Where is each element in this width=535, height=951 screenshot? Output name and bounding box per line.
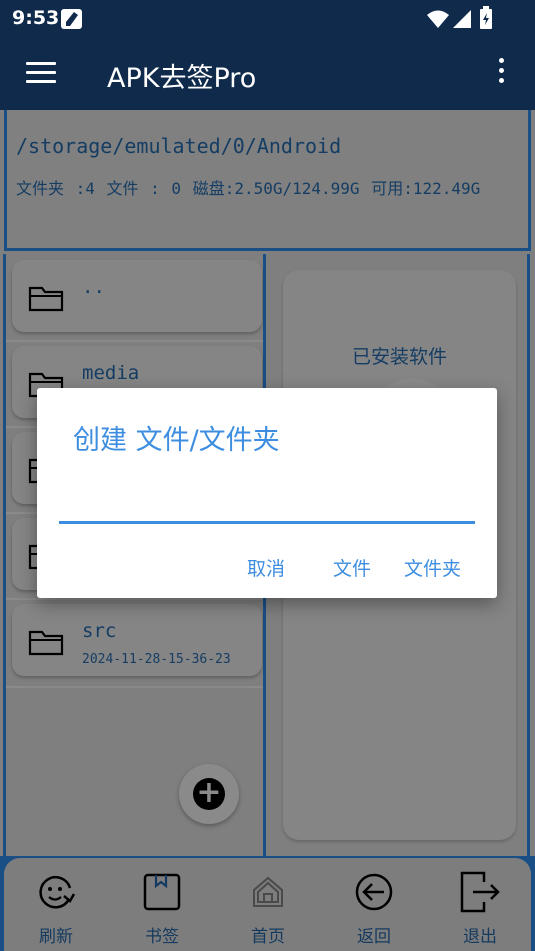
more-vert-icon[interactable] xyxy=(499,58,505,88)
list-item[interactable]: .. xyxy=(12,260,262,332)
list-divider xyxy=(6,686,263,688)
nav-label: 返回 xyxy=(357,927,391,947)
file-name: src xyxy=(82,620,117,642)
cancel-button[interactable]: 取消 xyxy=(247,554,285,581)
current-path: /storage/emulated/0/Android xyxy=(16,134,342,158)
app-bar: APK去签Pro xyxy=(0,38,535,110)
create-folder-button[interactable]: 文件夹 xyxy=(404,554,461,581)
list-divider xyxy=(6,340,263,342)
create-dialog: 创建 文件/文件夹 取消 文件 文件夹 xyxy=(37,388,497,598)
nav-home[interactable]: 首页 xyxy=(228,870,308,947)
hamburger-menu-icon[interactable] xyxy=(26,62,56,86)
battery-icon xyxy=(480,6,492,29)
nav-bookmark[interactable]: 书签 xyxy=(122,870,202,947)
status-time: 9:53 xyxy=(12,7,60,29)
home-icon xyxy=(253,876,283,907)
bottom-nav: 刷新 书签 首页 返回 退出 xyxy=(0,856,535,951)
exit-icon xyxy=(460,871,500,913)
installed-apps-label: 已安装软件 xyxy=(351,346,447,368)
wifi-icon xyxy=(427,10,449,28)
bookmark-icon xyxy=(143,873,181,911)
note-icon xyxy=(61,9,82,29)
storage-info: 文件夹 :4 文件 : 0 磁盘:2.50G/124.99G 可用:122.49… xyxy=(16,179,481,198)
nav-back[interactable]: 返回 xyxy=(334,870,414,947)
file-name: .. xyxy=(82,276,105,298)
dialog-title: 创建 文件/文件夹 xyxy=(73,425,280,456)
app-title: APK去签Pro xyxy=(107,63,257,94)
name-input[interactable] xyxy=(59,482,475,524)
folder-icon xyxy=(28,630,64,656)
file-date: 2024-11-28-15-36-23 xyxy=(82,652,231,667)
nav-label: 刷新 xyxy=(39,927,73,947)
nav-refresh[interactable]: 刷新 xyxy=(16,870,96,947)
status-bar: 9:53 xyxy=(0,0,535,38)
plus-icon: + xyxy=(193,778,225,810)
nav-label: 书签 xyxy=(145,927,179,947)
add-fab-button[interactable]: + xyxy=(179,764,239,824)
refresh-smile-icon xyxy=(39,875,76,909)
nav-label: 首页 xyxy=(251,927,285,947)
folder-icon xyxy=(28,286,64,312)
path-panel: /storage/emulated/0/Android 文件夹 :4 文件 : … xyxy=(4,110,531,251)
signal-icon xyxy=(453,10,471,28)
list-divider xyxy=(6,598,263,600)
file-name: media xyxy=(82,362,140,384)
back-arrow-icon xyxy=(355,873,393,911)
nav-label: 退出 xyxy=(463,927,497,947)
create-file-button[interactable]: 文件 xyxy=(333,554,371,581)
list-item[interactable]: src 2024-11-28-15-36-23 xyxy=(12,604,262,676)
nav-exit[interactable]: 退出 xyxy=(440,870,520,947)
